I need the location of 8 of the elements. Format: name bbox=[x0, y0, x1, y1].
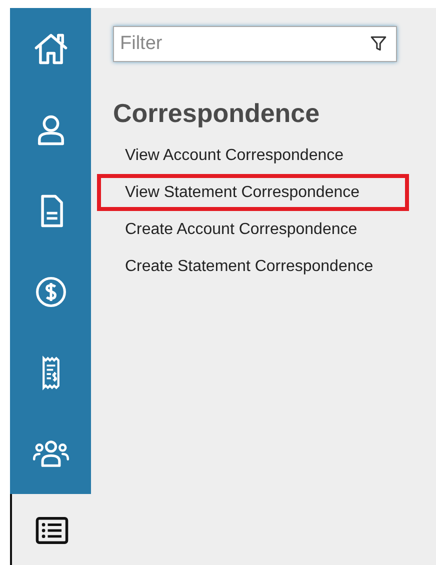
menu-link[interactable]: View Account Correspondence bbox=[125, 146, 344, 164]
menu-link[interactable]: View Statement Correspondence bbox=[125, 184, 360, 202]
section-title: Correspondence bbox=[113, 98, 321, 129]
filter-field[interactable]: Filter bbox=[113, 26, 397, 62]
menu-link[interactable]: Create Account Correspondence bbox=[125, 220, 358, 238]
sidebar-item[interactable] bbox=[10, 494, 91, 565]
filter-icon bbox=[370, 35, 387, 52]
menu-link[interactable]: Create Statement Correspondence bbox=[125, 258, 374, 276]
